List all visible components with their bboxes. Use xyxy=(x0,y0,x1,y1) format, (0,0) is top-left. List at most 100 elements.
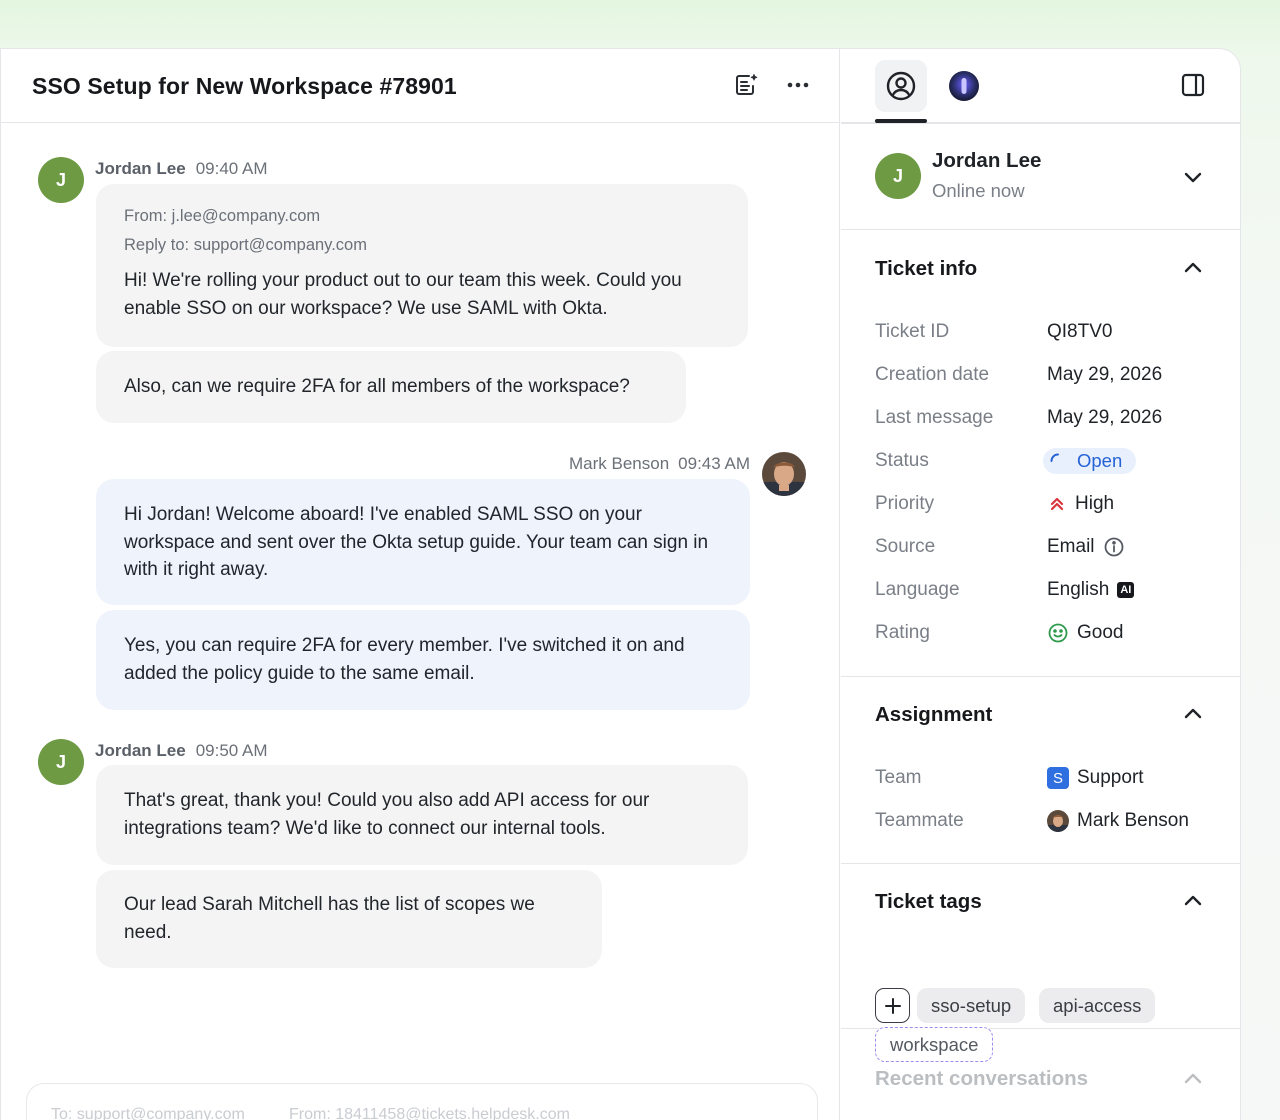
customer-presence: Online now xyxy=(932,180,1025,201)
team-badge: S xyxy=(1047,767,1069,789)
tab-ai-assistant[interactable] xyxy=(938,60,990,112)
row-label: Source xyxy=(875,536,936,557)
row-label: Last message xyxy=(875,407,994,428)
status-text: Open xyxy=(1077,450,1123,471)
toggle-sidebar-icon[interactable] xyxy=(1179,71,1207,99)
assignment-section: Assignment Team S Support Teammate Mark … xyxy=(841,677,1240,864)
message-time: 09:43 AM xyxy=(678,454,750,473)
message-author: Mark Benson xyxy=(569,454,670,473)
message-bubble: Our lead Sarah Mitchell has the list of … xyxy=(96,870,602,968)
section-title: Recent conversations xyxy=(875,1067,1089,1090)
message-time: 09:50 AM xyxy=(195,741,268,760)
smiley-icon xyxy=(1048,623,1068,643)
ai-summary-icon[interactable] xyxy=(732,71,760,99)
row-label: Status xyxy=(875,450,929,471)
row-label: Rating xyxy=(875,622,930,643)
message-author: Jordan Lee xyxy=(95,741,186,760)
message-text: Our lead Sarah Mitchell has the list of … xyxy=(124,894,535,943)
ai-badge: AI xyxy=(1117,582,1135,598)
teammate-value[interactable]: Mark Benson xyxy=(1047,810,1189,832)
composer-to[interactable]: To: support@company.com xyxy=(51,1106,245,1120)
status-badge[interactable]: Open xyxy=(1043,448,1137,474)
last-message-value: May 29, 2026 xyxy=(1047,407,1162,429)
avatar-initial: J xyxy=(55,751,66,772)
chevron-up-icon[interactable] xyxy=(1181,256,1205,280)
sidebar-tabs xyxy=(841,49,1240,124)
status-value[interactable]: Open xyxy=(1043,448,1137,474)
row-label: Creation date xyxy=(875,364,990,385)
section-title: Assignment xyxy=(875,703,993,726)
chevron-down-icon[interactable] xyxy=(1181,165,1205,189)
app-frame: SSO Setup for New Workspace #78901 J Jor… xyxy=(0,48,1241,1120)
message-author: Jordan Lee xyxy=(95,159,186,178)
composer-from[interactable]: From: 18411458@tickets.helpdesk.com xyxy=(289,1106,570,1120)
agent-avatar xyxy=(762,452,806,496)
active-tab-indicator xyxy=(875,119,927,123)
source-value: Email xyxy=(1047,536,1125,558)
conversation-pane: SSO Setup for New Workspace #78901 J Jor… xyxy=(1,49,840,1120)
add-tag-button[interactable] xyxy=(875,988,910,1023)
avatar-initial: J xyxy=(892,165,903,186)
row-value-text: Mark Benson xyxy=(1077,810,1189,831)
team-value[interactable]: S Support xyxy=(1047,767,1144,789)
ai-orb-icon xyxy=(949,71,979,101)
section-title: Ticket info xyxy=(875,257,978,280)
chevron-up-icon[interactable] xyxy=(1181,1067,1205,1091)
tag-draft-chip[interactable]: workspace xyxy=(875,1027,994,1062)
message-bubble: From: j.lee@company.com Reply to: suppor… xyxy=(96,184,748,347)
message-text: That's great, thank you! Could you also … xyxy=(124,790,650,839)
message-meta: Jordan Lee 09:50 AM xyxy=(95,741,268,761)
row-value-text: English xyxy=(1047,579,1110,600)
user-circle-icon xyxy=(886,71,916,101)
message-text: Yes, you can require 2FA for every membe… xyxy=(124,635,685,684)
row-label: Language xyxy=(875,579,960,600)
email-from: From: j.lee@company.com xyxy=(124,207,321,225)
message-bubble: Also, can we require 2FA for all members… xyxy=(96,351,686,423)
row-value-text: May 29, 2026 xyxy=(1047,407,1163,428)
customer-avatar: J xyxy=(875,153,921,199)
section-title: Ticket tags xyxy=(875,890,982,913)
more-options-icon[interactable] xyxy=(784,71,812,99)
creation-date-value: May 29, 2026 xyxy=(1047,364,1162,386)
plus-icon xyxy=(884,997,901,1014)
status-open-icon xyxy=(1050,453,1059,462)
row-label: Teammate xyxy=(875,810,964,831)
message-bubble: That's great, thank you! Could you also … xyxy=(96,765,748,865)
info-icon[interactable] xyxy=(1103,536,1125,558)
rating-value: Good xyxy=(1047,622,1123,644)
ticket-info-section: Ticket info Ticket ID QI8TV0 Creation da… xyxy=(841,230,1240,677)
avatar: J xyxy=(38,739,84,785)
conversation-header: SSO Setup for New Workspace #78901 xyxy=(1,49,839,123)
language-value: English AI xyxy=(1047,579,1135,601)
email-reply-to: Reply to: support@company.com xyxy=(124,236,367,254)
row-label: Team xyxy=(875,767,922,788)
tag-chip[interactable]: api-access xyxy=(1039,988,1156,1023)
chevron-up-icon[interactable] xyxy=(1181,889,1205,913)
message-text: Hi! We're rolling your product out to ou… xyxy=(124,270,682,319)
row-value-text: High xyxy=(1075,493,1115,514)
row-label: Priority xyxy=(875,493,935,514)
message-meta: Jordan Lee 09:40 AM xyxy=(95,159,268,179)
message-text: Also, can we require 2FA for all members… xyxy=(124,376,630,397)
avatar: J xyxy=(38,157,84,203)
message-text: Hi Jordan! Welcome aboard! I've enabled … xyxy=(124,504,709,580)
priority-high-icon xyxy=(1050,497,1064,511)
chevron-up-icon[interactable] xyxy=(1181,702,1205,726)
teammate-avatar xyxy=(1047,810,1069,832)
customer-card[interactable]: J Jordan Lee Online now xyxy=(841,124,1240,230)
reply-composer[interactable]: To: support@company.com From: 18411458@t… xyxy=(26,1083,818,1120)
customer-name: Jordan Lee xyxy=(932,149,1042,172)
recent-conversations-section: Recent conversations xyxy=(841,1059,1240,1120)
row-label: Ticket ID xyxy=(875,321,950,342)
tags-section: Ticket tags sso-setup api-access workspa… xyxy=(841,864,1240,1062)
priority-value[interactable]: High xyxy=(1047,493,1114,515)
ticket-id-value: QI8TV0 xyxy=(1047,321,1112,343)
row-value-text: Good xyxy=(1077,622,1124,643)
message-meta: Mark Benson 09:43 AM xyxy=(569,454,750,474)
row-value-text: QI8TV0 xyxy=(1047,321,1113,342)
row-value-text: Email xyxy=(1047,536,1095,557)
tab-customer[interactable] xyxy=(875,60,927,112)
row-value-text: May 29, 2026 xyxy=(1047,364,1163,385)
message-bubble: Hi Jordan! Welcome aboard! I've enabled … xyxy=(96,479,750,605)
tag-chip[interactable]: sso-setup xyxy=(917,988,1026,1023)
